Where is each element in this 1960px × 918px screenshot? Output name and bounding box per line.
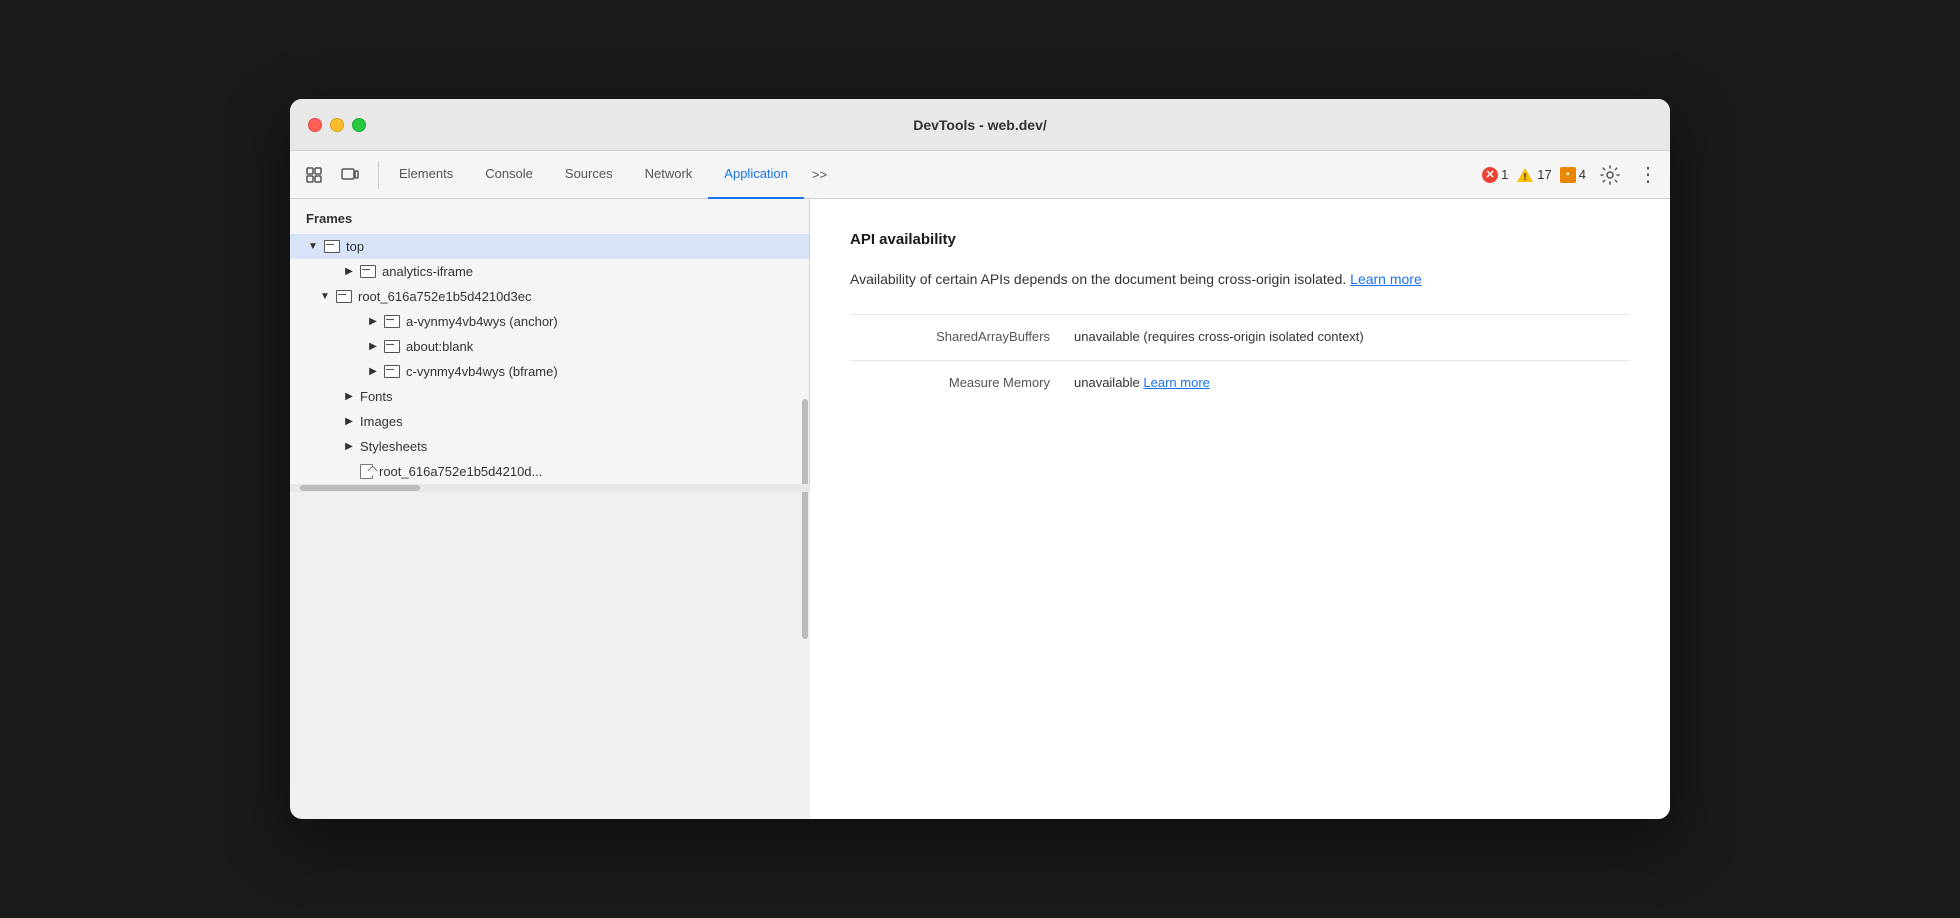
sidebar-item-label-top: top [346, 239, 364, 254]
frame-icon-analytics [360, 265, 376, 278]
sidebar-item-top[interactable]: ▼ top [290, 234, 809, 259]
settings-icon[interactable] [1594, 159, 1626, 191]
device-toolbar-icon[interactable] [334, 159, 366, 191]
tab-console[interactable]: Console [469, 151, 549, 199]
frame-icon-root [336, 290, 352, 303]
sidebar-item-label-about: about:blank [406, 339, 473, 354]
doc-icon-root [360, 464, 373, 479]
collapse-arrow-root-doc [342, 465, 356, 479]
toolbar: Elements Console Sources Network Applica… [290, 151, 1670, 199]
collapse-arrow-fonts: ▶ [342, 390, 356, 404]
api-value-memory: unavailable Learn more [1074, 373, 1630, 394]
warning-count: 17 [1537, 167, 1551, 182]
sidebar-item-label-anchor: a-vynmy4vb4wys (anchor) [406, 314, 558, 329]
sidebar-section-frames: Frames [290, 199, 809, 234]
toolbar-right: ✕ 1 ! 17 ▪ 4 ⋮ [1482, 159, 1662, 191]
api-value-shared-text: unavailable (requires cross-origin isola… [1074, 329, 1364, 344]
close-button[interactable] [308, 118, 322, 132]
error-icon: ✕ [1482, 167, 1498, 183]
devtools-window: DevTools - web.dev/ Elements [290, 99, 1670, 819]
window-title: DevTools - web.dev/ [913, 117, 1047, 133]
traffic-lights [308, 118, 366, 132]
intro-text: Availability of certain APIs depends on … [850, 271, 1346, 287]
content-intro: Availability of certain APIs depends on … [850, 268, 1630, 290]
api-table: SharedArrayBuffers unavailable (requires… [850, 314, 1630, 406]
api-value-shared: unavailable (requires cross-origin isola… [1074, 327, 1630, 348]
title-bar: DevTools - web.dev/ [290, 99, 1670, 151]
sidebar-item-label-images: Images [360, 414, 403, 429]
sidebar: Frames ▼ top ▶ analytics-iframe ▼ [290, 199, 810, 484]
error-badge[interactable]: ✕ 1 [1482, 167, 1508, 183]
sidebar-item-label-fonts: Fonts [360, 389, 393, 404]
api-label-memory: Measure Memory [850, 373, 1050, 390]
toolbar-left [298, 159, 366, 191]
sidebar-scrollbar-thumb [300, 485, 420, 491]
toolbar-divider [378, 161, 379, 189]
warning-icon: ! [1516, 167, 1534, 183]
sidebar-horizontal-scrollbar[interactable] [290, 484, 810, 492]
frame-icon-top [324, 240, 340, 253]
collapse-arrow-analytics: ▶ [342, 265, 356, 279]
collapse-arrow-top: ▼ [306, 240, 320, 254]
info-count: 4 [1579, 167, 1586, 182]
content-area: API availability Availability of certain… [810, 199, 1670, 819]
collapse-arrow-bframe: ▶ [366, 365, 380, 379]
sidebar-item-images[interactable]: ▶ Images [290, 409, 809, 434]
sidebar-item-label-root-doc: root_616a752e1b5d4210d... [379, 464, 542, 479]
more-options-icon[interactable]: ⋮ [1634, 161, 1662, 189]
tab-network[interactable]: Network [629, 151, 709, 199]
sidebar-item-label-root: root_616a752e1b5d4210d3ec [358, 289, 532, 304]
info-icon: ▪ [1560, 167, 1576, 183]
sidebar-item-label-stylesheets: Stylesheets [360, 439, 427, 454]
content-title: API availability [850, 231, 1630, 248]
info-badge[interactable]: ▪ 4 [1560, 167, 1586, 183]
sidebar-item-anchor[interactable]: ▶ a-vynmy4vb4wys (anchor) [290, 309, 809, 334]
tabs: Elements Console Sources Network Applica… [383, 151, 1482, 199]
collapse-arrow-root: ▼ [318, 290, 332, 304]
sidebar-item-label-bframe: c-vynmy4vb4wys (bframe) [406, 364, 558, 379]
sidebar-item-root[interactable]: ▼ root_616a752e1b5d4210d3ec [290, 284, 809, 309]
api-value-memory-text: unavailable [1074, 375, 1140, 390]
sidebar-scrollbar[interactable] [802, 399, 808, 639]
frame-icon-bframe [384, 365, 400, 378]
error-count: 1 [1501, 167, 1508, 182]
frame-icon-anchor [384, 315, 400, 328]
sidebar-item-bframe[interactable]: ▶ c-vynmy4vb4wys (bframe) [290, 359, 809, 384]
api-row-measure-memory: Measure Memory unavailable Learn more [850, 360, 1630, 406]
tab-application[interactable]: Application [708, 151, 804, 199]
minimize-button[interactable] [330, 118, 344, 132]
api-label-shared: SharedArrayBuffers [850, 327, 1050, 344]
frame-icon-about [384, 340, 400, 353]
tab-more[interactable]: >> [804, 151, 835, 199]
sidebar-item-stylesheets[interactable]: ▶ Stylesheets [290, 434, 809, 459]
sidebar-item-label-analytics: analytics-iframe [382, 264, 473, 279]
learn-more-link-memory[interactable]: Learn more [1143, 375, 1209, 390]
maximize-button[interactable] [352, 118, 366, 132]
collapse-arrow-images: ▶ [342, 415, 356, 429]
tab-sources[interactable]: Sources [549, 151, 629, 199]
warning-badge[interactable]: ! 17 [1516, 167, 1551, 183]
collapse-arrow-about: ▶ [366, 340, 380, 354]
collapse-arrow-anchor: ▶ [366, 315, 380, 329]
svg-text:!: ! [1524, 172, 1527, 183]
collapse-arrow-stylesheets: ▶ [342, 440, 356, 454]
sidebar-item-about-blank[interactable]: ▶ about:blank [290, 334, 809, 359]
learn-more-link-intro[interactable]: Learn more [1350, 271, 1422, 287]
api-row-shared-array-buffers: SharedArrayBuffers unavailable (requires… [850, 314, 1630, 360]
sidebar-item-fonts[interactable]: ▶ Fonts [290, 384, 809, 409]
sidebar-item-analytics-iframe[interactable]: ▶ analytics-iframe [290, 259, 809, 284]
inspect-icon[interactable] [298, 159, 330, 191]
sidebar-item-root-doc[interactable]: root_616a752e1b5d4210d... [290, 459, 809, 484]
tab-elements[interactable]: Elements [383, 151, 469, 199]
main-area: Frames ▼ top ▶ analytics-iframe ▼ [290, 199, 1670, 819]
sidebar-wrapper: Frames ▼ top ▶ analytics-iframe ▼ [290, 199, 810, 819]
